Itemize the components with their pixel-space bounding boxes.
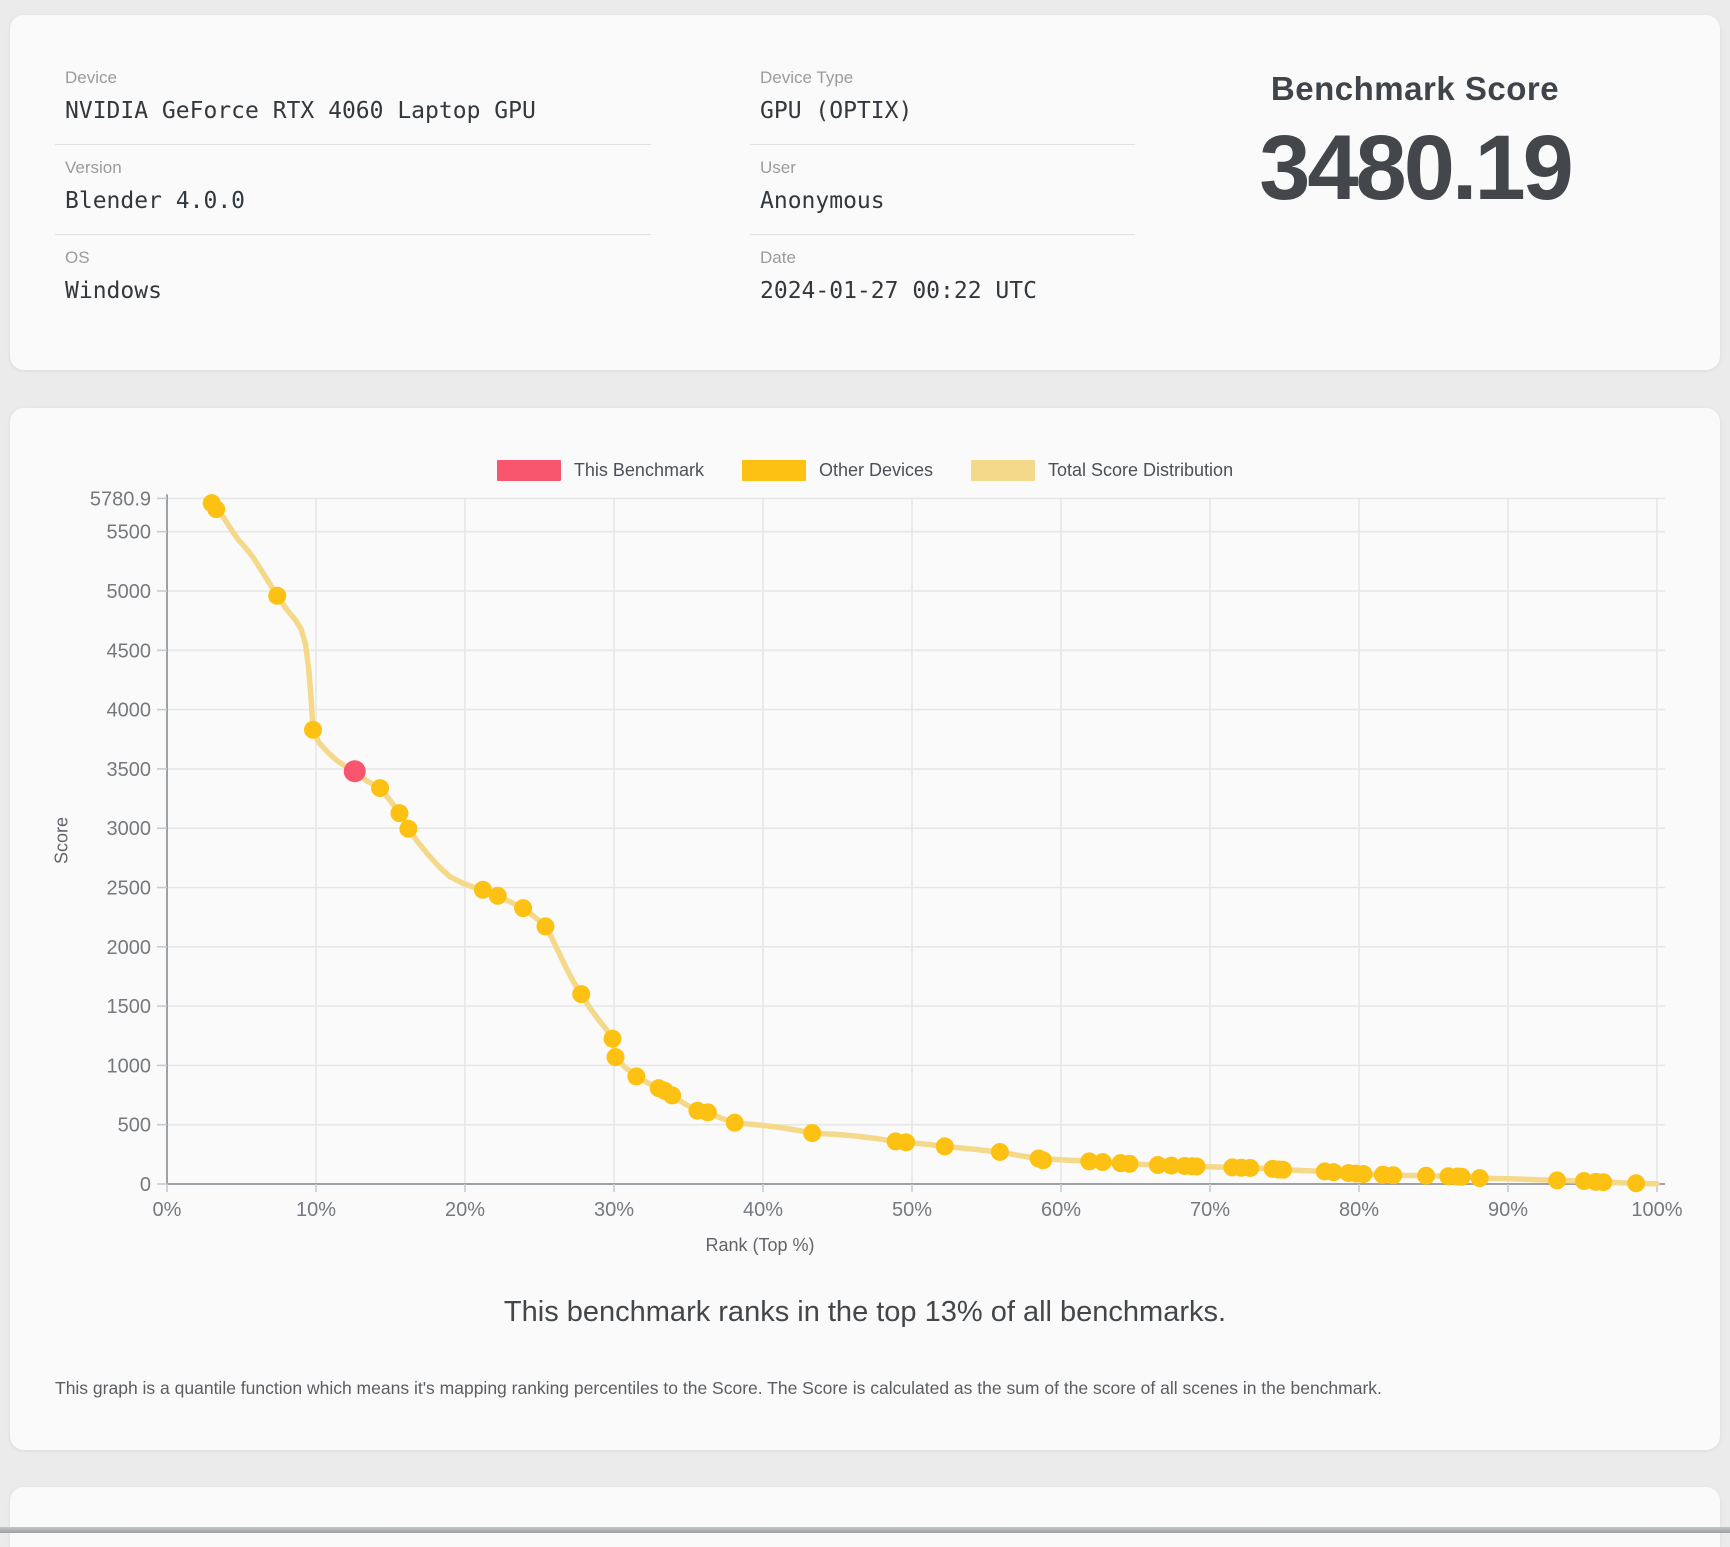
svg-text:70%: 70% [1190,1199,1230,1221]
benchmark-score-value: 3480.19 [1120,116,1710,221]
benchmark-score-block: Benchmark Score 3480.19 [1120,70,1710,221]
device-type-row: Device Type GPU (OPTIX) [750,55,1135,145]
svg-text:1000: 1000 [107,1055,152,1077]
svg-text:2500: 2500 [107,878,152,900]
svg-text:5000: 5000 [107,581,152,603]
svg-text:100%: 100% [1631,1199,1682,1221]
svg-text:10%: 10% [296,1199,336,1221]
chart-footnote-text: This graph is a quantile function which … [55,1378,1675,1399]
date-value: 2024-01-27 00:22 UTC [760,278,1135,304]
version-row: Version Blender 4.0.0 [55,145,651,235]
svg-text:0%: 0% [153,1199,182,1221]
user-row: User Anonymous [750,145,1135,235]
svg-text:40%: 40% [743,1199,783,1221]
svg-text:500: 500 [118,1115,151,1137]
device-type-label: Device Type [760,68,1135,88]
os-label: OS [65,248,651,268]
horizontal-scrollbar[interactable] [0,1527,1730,1533]
svg-text:60%: 60% [1041,1199,1081,1221]
date-row: Date 2024-01-27 00:22 UTC [750,235,1135,324]
svg-text:2000: 2000 [107,937,152,959]
info-column-left: Device NVIDIA GeForce RTX 4060 Laptop GP… [55,55,651,324]
svg-text:3500: 3500 [107,759,152,781]
version-value: Blender 4.0.0 [65,188,651,214]
device-type-value: GPU (OPTIX) [760,98,1135,124]
date-label: Date [760,248,1135,268]
svg-text:5500: 5500 [107,522,152,544]
y-axis-title: Score [52,781,73,901]
os-row: OS Windows [55,235,651,324]
svg-text:20%: 20% [445,1199,485,1221]
info-column-right: Device Type GPU (OPTIX) User Anonymous D… [750,55,1135,324]
benchmark-info-card: Device NVIDIA GeForce RTX 4060 Laptop GP… [10,15,1720,370]
svg-text:0: 0 [140,1174,151,1196]
svg-text:4000: 4000 [107,700,152,722]
next-section-card [10,1487,1720,1547]
rank-summary-text: This benchmark ranks in the top 13% of a… [10,1296,1720,1329]
x-axis-title: Rank (Top %) [10,1235,1510,1256]
user-label: User [760,158,1135,178]
svg-text:5780.9: 5780.9 [90,488,151,510]
svg-text:80%: 80% [1339,1199,1379,1221]
quantile-chart-card: This Benchmark Other Devices Total Score… [10,408,1720,1450]
svg-text:30%: 30% [594,1199,634,1221]
svg-text:3000: 3000 [107,818,152,840]
user-value: Anonymous [760,188,1135,214]
os-value: Windows [65,278,651,304]
device-row: Device NVIDIA GeForce RTX 4060 Laptop GP… [55,55,651,145]
svg-text:90%: 90% [1488,1199,1528,1221]
device-value: NVIDIA GeForce RTX 4060 Laptop GPU [65,98,651,124]
version-label: Version [65,158,651,178]
benchmark-score-title: Benchmark Score [1120,70,1710,108]
quantile-line-chart: 0% 10% 20% 30% 40% 50% 60% 70% 80% 90% 100% 0 500 100… [10,408,1720,1450]
svg-text:50%: 50% [892,1199,932,1221]
svg-text:4500: 4500 [107,640,152,662]
device-label: Device [65,68,651,88]
svg-text:1500: 1500 [107,996,152,1018]
